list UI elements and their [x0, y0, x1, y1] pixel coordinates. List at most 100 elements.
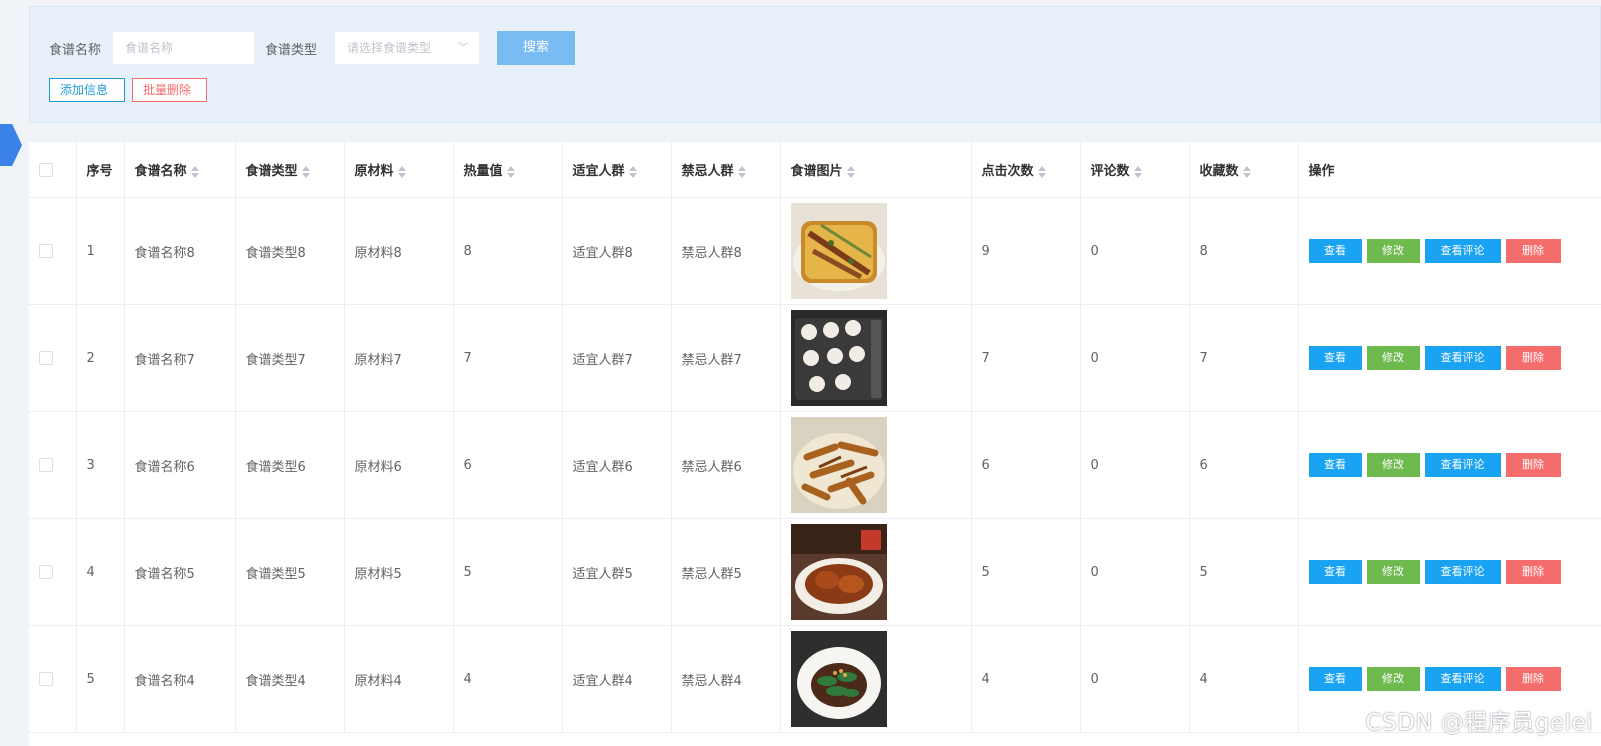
- recipe-type-select[interactable]: 请选择食谱类型 ﹀: [335, 32, 479, 64]
- cell-clicks: 7: [971, 304, 1081, 412]
- table-row: 4 食谱名称5 食谱类型5 原材料5 5 适宜人群5 禁忌人群5 5 0 5 查…: [29, 518, 1601, 626]
- cell-material: 原材料4: [344, 625, 454, 733]
- recipe-name-input[interactable]: [113, 32, 254, 64]
- recipe-name-label: 食谱名称: [49, 43, 102, 58]
- cell-favorites: 5: [1189, 518, 1299, 626]
- cell-suitable: 适宜人群5: [562, 518, 672, 626]
- header-actions: 操作: [1298, 142, 1601, 198]
- delete-button[interactable]: 删除: [1505, 453, 1561, 477]
- sort-icon[interactable]: [397, 165, 406, 178]
- sort-icon[interactable]: [1037, 165, 1046, 178]
- sort-icon[interactable]: [1133, 165, 1142, 178]
- batch-delete-button[interactable]: 批量删除: [132, 78, 207, 102]
- cell-actions: 查看 修改 查看评论 删除: [1298, 197, 1601, 305]
- select-all-checkbox[interactable]: [39, 162, 53, 177]
- recipe-type-label: 食谱类型: [265, 43, 318, 58]
- search-button[interactable]: 搜索: [497, 31, 575, 65]
- cell-actions: 查看 修改 查看评论 删除: [1298, 518, 1601, 626]
- row-checkbox[interactable]: [39, 672, 53, 686]
- view-comments-button[interactable]: 查看评论: [1424, 346, 1501, 370]
- view-comments-button[interactable]: 查看评论: [1424, 560, 1501, 584]
- delete-button[interactable]: 删除: [1505, 239, 1561, 263]
- header-favorites[interactable]: 收藏数: [1189, 142, 1299, 198]
- cell-taboo: 禁忌人群6: [671, 411, 781, 519]
- add-info-button[interactable]: 添加信息: [49, 78, 125, 102]
- sort-icon[interactable]: [737, 165, 746, 178]
- view-button[interactable]: 查看: [1308, 453, 1362, 477]
- cell-recipe-name: 食谱名称6: [124, 411, 236, 519]
- cell-comments: 0: [1080, 411, 1190, 519]
- cell-clicks: 6: [971, 411, 1081, 519]
- row-checkbox[interactable]: [39, 458, 53, 472]
- view-button[interactable]: 查看: [1308, 560, 1362, 584]
- view-button[interactable]: 查看: [1308, 239, 1362, 263]
- cell-index: 1: [76, 197, 125, 305]
- row-select-cell: [29, 625, 77, 733]
- cell-calories: 8: [453, 197, 563, 305]
- sort-icon[interactable]: [301, 165, 310, 178]
- table-row: 1 食谱名称8 食谱类型8 原材料8 8 适宜人群8 禁忌人群8 9 0 8 查…: [29, 197, 1601, 305]
- cell-recipe-type: 食谱类型7: [235, 304, 345, 412]
- edit-button[interactable]: 修改: [1366, 560, 1420, 584]
- cell-suitable: 适宜人群6: [562, 411, 672, 519]
- header-recipe-type[interactable]: 食谱类型: [235, 142, 345, 198]
- chevron-down-icon: ﹀: [458, 41, 469, 54]
- recipe-image: [790, 310, 887, 406]
- cell-favorites: 8: [1189, 197, 1299, 305]
- cell-comments: 0: [1080, 304, 1190, 412]
- header-suitable[interactable]: 适宜人群: [562, 142, 672, 198]
- header-clicks[interactable]: 点击次数: [971, 142, 1081, 198]
- cell-material: 原材料7: [344, 304, 454, 412]
- edit-button[interactable]: 修改: [1366, 667, 1420, 691]
- delete-button[interactable]: 删除: [1505, 667, 1561, 691]
- cell-favorites: 7: [1189, 304, 1299, 412]
- view-comments-button[interactable]: 查看评论: [1424, 667, 1501, 691]
- cell-favorites: 4: [1189, 625, 1299, 733]
- cell-recipe-type: 食谱类型6: [235, 411, 345, 519]
- view-button[interactable]: 查看: [1308, 667, 1362, 691]
- cell-recipe-type: 食谱类型4: [235, 625, 345, 733]
- header-calories[interactable]: 热量值: [453, 142, 563, 198]
- cell-index: 5: [76, 625, 125, 733]
- header-material[interactable]: 原材料: [344, 142, 454, 198]
- cell-suitable: 适宜人群8: [562, 197, 672, 305]
- header-taboo[interactable]: 禁忌人群: [671, 142, 781, 198]
- view-comments-button[interactable]: 查看评论: [1424, 453, 1501, 477]
- cell-index: 4: [76, 518, 125, 626]
- cell-suitable: 适宜人群4: [562, 625, 672, 733]
- table-header-row: 序号 食谱名称 食谱类型 原材料 热量值 适宜人群 禁忌人群 食谱图片 点击次数…: [29, 142, 1601, 198]
- edit-button[interactable]: 修改: [1366, 346, 1420, 370]
- header-image[interactable]: 食谱图片: [780, 142, 972, 198]
- edit-button[interactable]: 修改: [1366, 239, 1420, 263]
- view-comments-button[interactable]: 查看评论: [1424, 239, 1501, 263]
- header-comments[interactable]: 评论数: [1080, 142, 1190, 198]
- cell-clicks: 9: [971, 197, 1081, 305]
- row-checkbox[interactable]: [39, 565, 53, 579]
- sort-icon[interactable]: [1242, 165, 1251, 178]
- row-checkbox[interactable]: [39, 244, 53, 258]
- delete-button[interactable]: 删除: [1505, 346, 1561, 370]
- cell-calories: 4: [453, 625, 563, 733]
- sort-icon[interactable]: [846, 165, 855, 178]
- cell-material: 原材料6: [344, 411, 454, 519]
- cell-comments: 0: [1080, 197, 1190, 305]
- header-recipe-name[interactable]: 食谱名称: [124, 142, 236, 198]
- cell-recipe-name: 食谱名称5: [124, 518, 236, 626]
- edit-button[interactable]: 修改: [1366, 453, 1420, 477]
- select-all-cell: [29, 142, 77, 198]
- cell-index: 3: [76, 411, 125, 519]
- row-checkbox[interactable]: [39, 351, 53, 365]
- sort-icon[interactable]: [506, 165, 515, 178]
- cell-recipe-type: 食谱类型5: [235, 518, 345, 626]
- cell-image: [780, 197, 972, 305]
- cell-calories: 6: [453, 411, 563, 519]
- sort-icon[interactable]: [628, 165, 637, 178]
- sort-icon[interactable]: [190, 165, 199, 178]
- cell-taboo: 禁忌人群7: [671, 304, 781, 412]
- view-button[interactable]: 查看: [1308, 346, 1362, 370]
- cell-suitable: 适宜人群7: [562, 304, 672, 412]
- delete-button[interactable]: 删除: [1505, 560, 1561, 584]
- cell-recipe-name: 食谱名称7: [124, 304, 236, 412]
- header-index: 序号: [76, 142, 125, 198]
- sidebar-toggle-arrow[interactable]: [0, 124, 22, 166]
